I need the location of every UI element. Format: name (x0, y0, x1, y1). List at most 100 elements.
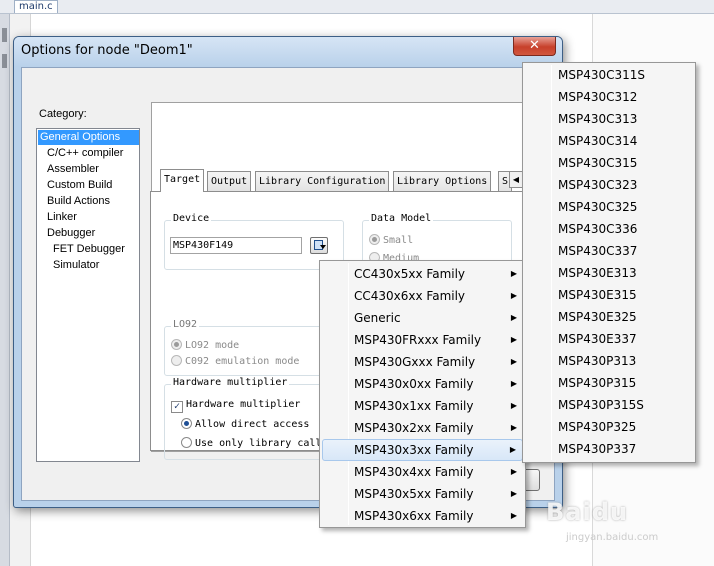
hw-multiplier-checkbox[interactable]: ✓ (171, 401, 183, 413)
category-item-assembler[interactable]: Assembler (45, 162, 99, 177)
menu-item-msp430x0xx[interactable]: MSP430x0xx Family ▶ (322, 373, 523, 395)
menu-item-label: CC430x6xx Family (354, 289, 466, 303)
tab-target[interactable]: Target (160, 169, 205, 192)
c092-emulation-label: C092 emulation mode (185, 356, 300, 367)
data-model-small-option[interactable]: Small (369, 234, 413, 248)
tab-library-configuration[interactable]: Library Configuration (255, 171, 390, 191)
submenu-arrow-icon: ▶ (510, 489, 517, 498)
data-model-small-label: Small (383, 235, 414, 246)
device-menu-item[interactable]: MSP430E313 (525, 262, 693, 284)
allow-direct-access-option[interactable]: Allow direct access (181, 418, 309, 432)
use-library-calls-label: Use only library calls (195, 438, 328, 449)
device-menu-item[interactable]: MSP430C314 (525, 130, 693, 152)
menu-item-label: MSP430x0xx Family (354, 377, 474, 391)
menu-item-msp430gxxx[interactable]: MSP430Gxxx Family ▶ (322, 351, 523, 373)
menu-item-label: MSP430x3xx Family (354, 443, 474, 457)
menu-item-label: MSP430x4xx Family (354, 465, 474, 479)
device-menu-item[interactable]: MSP430P337 (525, 438, 693, 460)
device-menu: MSP430C311S MSP430C312 MSP430C313 MSP430… (522, 62, 696, 463)
radio-use-library-calls[interactable] (181, 437, 192, 448)
radio-lo92-mode[interactable] (171, 339, 182, 350)
category-item-custom-build[interactable]: Custom Build (45, 178, 112, 193)
lo92-mode-option[interactable]: LO92 mode (171, 339, 239, 353)
baidu-watermark-url: jingyan.baidu.com (566, 532, 659, 543)
lo92-group: LO92 LO92 mode C092 emulation mode (164, 319, 344, 376)
menu-item-msp430x4xx[interactable]: MSP430x4xx Family ▶ (322, 461, 523, 483)
menu-item-cc430x5xx[interactable]: CC430x5xx Family ▶ (322, 263, 523, 285)
device-menu-item[interactable]: MSP430C325 (525, 196, 693, 218)
device-menu-item[interactable]: MSP430E315 (525, 284, 693, 306)
device-menu-item[interactable]: MSP430E337 (525, 328, 693, 350)
close-button[interactable]: ✕ (513, 37, 556, 56)
submenu-arrow-icon: ▶ (510, 313, 517, 322)
menu-item-label: MSP430Gxxx Family (354, 355, 476, 369)
device-group: Device MSP430F149 (164, 213, 344, 270)
submenu-arrow-icon: ▶ (510, 423, 517, 432)
submenu-arrow-icon: ▶ (510, 357, 517, 366)
category-item-simulator[interactable]: Simulator (51, 258, 99, 273)
lo92-group-title: LO92 (171, 319, 200, 330)
dialog-title: Options for node "Deom1" (21, 43, 193, 58)
category-item-debugger[interactable]: Debugger (45, 226, 95, 241)
category-item-general-options[interactable]: General Options (38, 130, 139, 145)
device-menu-item[interactable]: MSP430E325 (525, 306, 693, 328)
device-field[interactable]: MSP430F149 (170, 237, 302, 254)
tab-library-options[interactable]: Library Options (393, 171, 492, 191)
menu-item-msp430x5xx[interactable]: MSP430x5xx Family ▶ (322, 483, 523, 505)
device-menu-item[interactable]: MSP430P315 (525, 372, 693, 394)
radio-small[interactable] (369, 234, 380, 245)
category-item-build-actions[interactable]: Build Actions (45, 194, 110, 209)
menu-item-msp430x1xx[interactable]: MSP430x1xx Family ▶ (322, 395, 523, 417)
menu-item-label: MSP430x6xx Family (354, 509, 474, 523)
device-menu-item[interactable]: MSP430C336 (525, 218, 693, 240)
allow-direct-access-label: Allow direct access (195, 419, 310, 430)
gutter-marker (2, 28, 7, 42)
tab-output[interactable]: Output (207, 171, 252, 191)
menu-item-label: MSP430x1xx Family (354, 399, 474, 413)
menu-item-label: Generic (354, 311, 401, 325)
device-menu-item[interactable]: MSP430P315S (525, 394, 693, 416)
device-menu-item[interactable]: MSP430P313 (525, 350, 693, 372)
gutter-marker (2, 54, 7, 68)
device-menu-item[interactable]: MSP430C337 (525, 240, 693, 262)
lo92-mode-label: LO92 mode (185, 340, 240, 351)
dropdown-arrow-icon (320, 245, 326, 249)
category-item-linker[interactable]: Linker (45, 210, 77, 225)
menu-item-msp430frxxx[interactable]: MSP430FRxxx Family ▶ (322, 329, 523, 351)
menu-item-generic[interactable]: Generic ▶ (322, 307, 523, 329)
device-menu-item[interactable]: MSP430C323 (525, 174, 693, 196)
device-menu-item[interactable]: MSP430C312 (525, 86, 693, 108)
baidu-watermark: Baidu (546, 498, 628, 526)
menu-item-label: MSP430FRxxx Family (354, 333, 482, 347)
device-menu-item[interactable]: MSP430C315 (525, 152, 693, 174)
menu-item-label: CC430x5xx Family (354, 267, 466, 281)
category-label: Category: (39, 108, 87, 120)
category-item-c-compiler[interactable]: C/C++ compiler (45, 146, 123, 161)
hw-multiplier-checkbox-row[interactable]: ✓ Hardware multiplier (171, 398, 301, 413)
category-list[interactable]: General Options C/C++ compiler Assembler… (36, 128, 140, 462)
tab-scroll-left-icon[interactable]: ◀ (509, 171, 523, 188)
device-menu-item[interactable]: MSP430C313 (525, 108, 693, 130)
use-library-calls-option[interactable]: Use only library calls (181, 437, 327, 451)
submenu-arrow-icon: ▶ (509, 445, 516, 454)
device-menu-item[interactable]: MSP430C311S (525, 64, 693, 86)
radio-c092-emulation[interactable] (171, 355, 182, 366)
editor-tab-main-c[interactable]: main.c (14, 0, 58, 13)
c092-emulation-option[interactable]: C092 emulation mode (171, 355, 299, 369)
device-menu-item[interactable]: MSP430P325 (525, 416, 693, 438)
menu-item-label: MSP430x2xx Family (354, 421, 474, 435)
data-model-group-title: Data Model (369, 213, 434, 224)
family-menu: CC430x5xx Family ▶ CC430x6xx Family ▶ Gene… (319, 260, 526, 528)
dialog-titlebar[interactable]: Options for node "Deom1" ✕ (14, 37, 562, 67)
menu-item-msp430x3xx[interactable]: MSP430x3xx Family ▶ (322, 439, 523, 461)
menu-item-msp430x2xx[interactable]: MSP430x2xx Family ▶ (322, 417, 523, 439)
hw-multiplier-group: Hardware multiplier ✓ Hardware multiplier… (164, 377, 344, 460)
category-item-fet-debugger[interactable]: FET Debugger (51, 242, 125, 257)
radio-allow-direct-access[interactable] (181, 418, 192, 429)
menu-item-msp430x6xx[interactable]: MSP430x6xx Family ▶ (322, 505, 523, 527)
submenu-arrow-icon: ▶ (510, 335, 517, 344)
hw-multiplier-checkbox-label: Hardware multiplier (186, 399, 301, 410)
device-browse-button[interactable] (310, 237, 328, 254)
menu-item-label: MSP430x5xx Family (354, 487, 474, 501)
menu-item-cc430x6xx[interactable]: CC430x6xx Family ▶ (322, 285, 523, 307)
